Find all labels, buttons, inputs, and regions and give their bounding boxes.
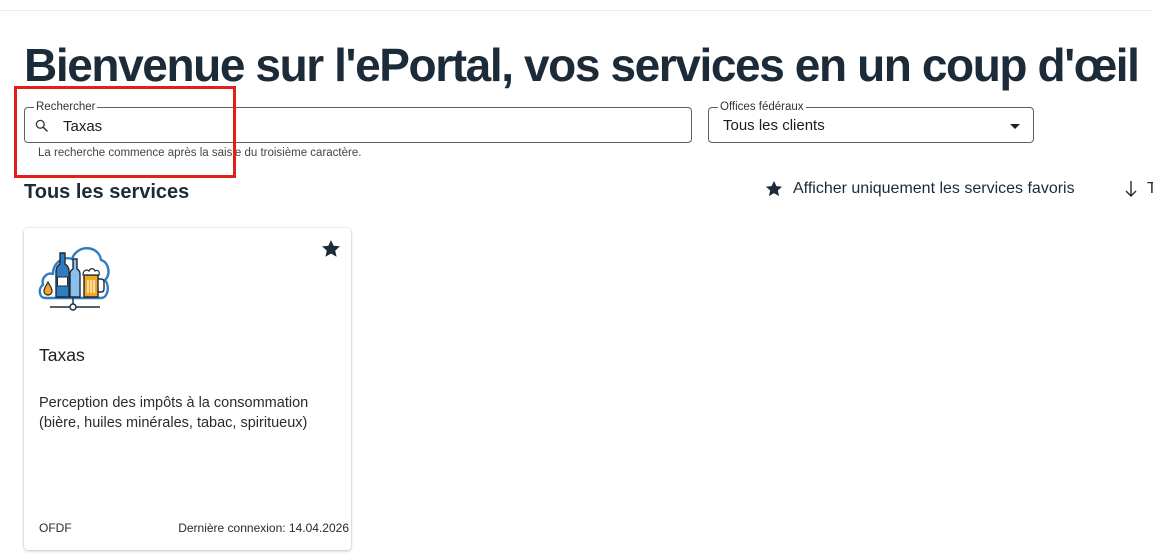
cloud-beverages-icon (38, 247, 110, 311)
services-heading: Tous les services (24, 181, 190, 203)
arrow-down-icon (1125, 181, 1137, 197)
office-filter-value: Tous les clients (723, 117, 825, 134)
service-office: OFDF (39, 521, 72, 535)
favorites-only-toggle[interactable]: Afficher uniquement les services favoris (764, 179, 1075, 199)
star-icon (765, 180, 783, 197)
sort-button[interactable]: T (1123, 179, 1153, 199)
search-label: Rechercher (34, 100, 98, 114)
office-filter-select[interactable]: Offices fédéraux Tous les clients (708, 100, 1034, 143)
service-title: Taxas (39, 345, 85, 365)
search-input[interactable] (63, 116, 663, 136)
search-field[interactable]: Rechercher (24, 100, 692, 143)
favorite-star-button[interactable] (320, 238, 342, 260)
favorites-only-label: Afficher uniquement les services favoris (793, 180, 1075, 197)
service-description: Perception des impôts à la consommation … (39, 395, 309, 431)
chevron-down-icon (1010, 124, 1020, 129)
top-divider (0, 10, 1153, 11)
service-last-login: Dernière connexion: 14.04.2026 (178, 521, 349, 535)
network-connector (50, 298, 100, 311)
search-icon (35, 119, 48, 132)
service-card[interactable]: Taxas Perception des impôts à la consomm… (24, 228, 351, 550)
search-helper-text: La recherche commence après la saisie du… (38, 147, 362, 159)
office-filter-label: Offices fédéraux (718, 100, 806, 114)
star-icon (322, 240, 340, 257)
sort-label: T (1147, 180, 1153, 197)
page-title: Bienvenue sur l'ePortal, vos services en… (24, 39, 1140, 91)
